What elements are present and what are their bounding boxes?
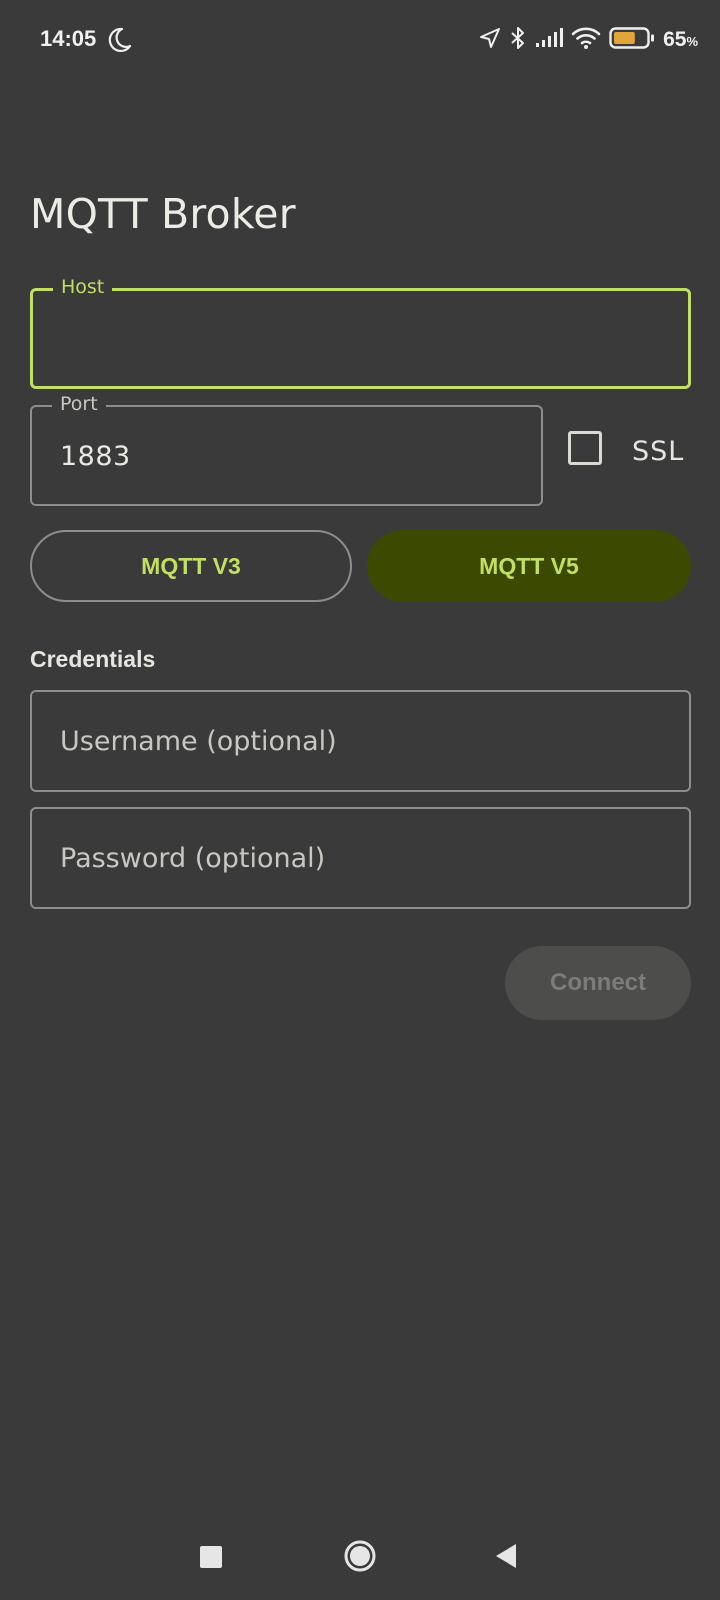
- password-field[interactable]: Password (optional): [30, 807, 691, 909]
- host-label: Host: [53, 276, 113, 298]
- back-triangle-icon[interactable]: [494, 1542, 518, 1570]
- wifi-icon: [571, 26, 601, 55]
- ssl-checkbox[interactable]: [568, 431, 602, 465]
- username-field[interactable]: Username (optional): [30, 690, 691, 792]
- credentials-heading: Credentials: [30, 646, 156, 672]
- cellular-signal-icon: [535, 27, 564, 54]
- home-circle-icon[interactable]: [344, 1540, 376, 1572]
- location-arrow-icon: [479, 27, 501, 54]
- port-field[interactable]: Port 1883: [30, 393, 543, 506]
- username-placeholder: Username (optional): [60, 726, 337, 757]
- battery-percent-unit: %: [686, 34, 698, 49]
- moon-icon: [108, 27, 132, 58]
- host-field[interactable]: Host: [30, 276, 691, 389]
- recents-square-icon[interactable]: [200, 1546, 222, 1568]
- page-title: MQTT Broker: [30, 190, 296, 238]
- connect-button[interactable]: Connect: [505, 946, 691, 1020]
- mqtt-v5-button[interactable]: MQTT V5: [367, 530, 691, 602]
- mqtt-v3-button[interactable]: MQTT V3: [30, 530, 352, 602]
- battery-icon: [609, 26, 655, 55]
- port-label: Port: [52, 393, 106, 415]
- status-icons: 65%: [479, 26, 698, 54]
- bluetooth-icon: [509, 26, 527, 55]
- password-placeholder: Password (optional): [60, 843, 326, 874]
- port-input-value: 1883: [60, 441, 131, 472]
- status-time: 14:05: [40, 26, 97, 51]
- ssl-label[interactable]: SSL: [632, 436, 684, 467]
- battery-percent: 65%: [663, 28, 698, 52]
- battery-percent-value: 65: [663, 28, 687, 51]
